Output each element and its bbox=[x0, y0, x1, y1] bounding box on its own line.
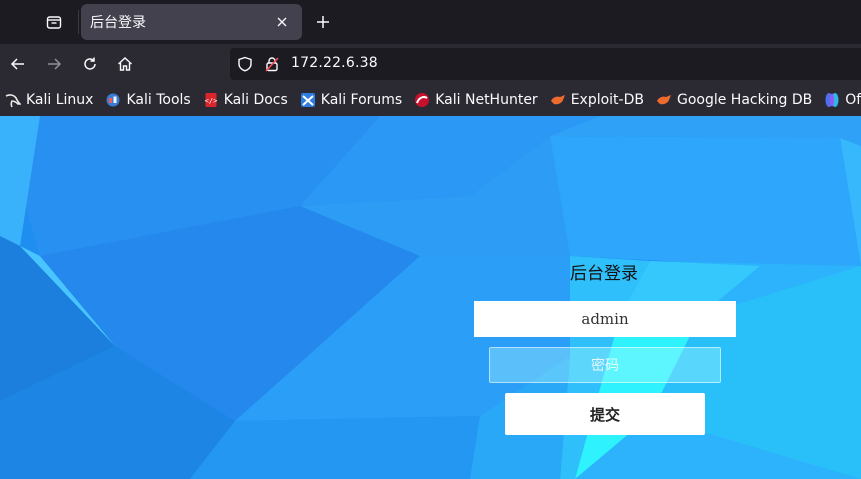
active-tab[interactable]: 后台登录 bbox=[81, 4, 302, 40]
kali-tools-icon bbox=[105, 92, 121, 108]
bookmark-kali-nethunter[interactable]: Kali NetHunter bbox=[414, 88, 542, 112]
new-tab-plus-icon[interactable] bbox=[311, 10, 335, 34]
kali-docs-icon: </> bbox=[203, 92, 219, 108]
back-arrow-icon[interactable] bbox=[4, 50, 32, 78]
password-input[interactable] bbox=[489, 347, 721, 383]
kali-dragon-icon bbox=[5, 92, 21, 108]
bookmarks-toolbar: Kali Linux Kali Tools </> Kali Docs Kali… bbox=[0, 84, 861, 116]
close-tab-icon[interactable] bbox=[272, 12, 292, 32]
firefox-view-icon[interactable] bbox=[40, 8, 68, 36]
bookmark-label: Kali NetHunter bbox=[435, 92, 538, 108]
bookmark-kali-docs[interactable]: </> Kali Docs bbox=[203, 88, 293, 112]
home-icon[interactable] bbox=[111, 50, 139, 78]
bookmark-label: OffSec bbox=[845, 92, 861, 108]
navigation-bar: 172.22.6.38 bbox=[0, 44, 861, 84]
nethunter-icon bbox=[414, 92, 430, 108]
lowpoly-background bbox=[0, 116, 861, 479]
bookmark-label: Google Hacking DB bbox=[676, 92, 813, 108]
forward-arrow-icon[interactable] bbox=[40, 50, 68, 78]
username-input[interactable] bbox=[474, 301, 736, 337]
bookmark-exploit-db[interactable]: Exploit-DB bbox=[550, 88, 649, 112]
exploit-db-icon bbox=[550, 92, 566, 108]
url-text: 172.22.6.38 bbox=[291, 55, 378, 71]
tracking-protection-shield-icon[interactable] bbox=[236, 55, 254, 73]
bookmark-label: Kali Docs bbox=[223, 92, 288, 108]
tab-title: 后台登录 bbox=[90, 15, 146, 31]
login-title: 后台登录 bbox=[570, 264, 638, 284]
tab-strip: 后台登录 bbox=[0, 0, 861, 44]
bookmark-label: Kali Tools bbox=[126, 92, 191, 108]
page-viewport: 后台登录 提交 bbox=[0, 116, 861, 479]
address-bar[interactable]: 172.22.6.38 bbox=[230, 48, 861, 80]
bookmark-google-hacking-db[interactable]: Google Hacking DB bbox=[656, 88, 817, 112]
reload-icon[interactable] bbox=[76, 50, 104, 78]
bookmark-offsec[interactable]: OffSec bbox=[824, 88, 861, 112]
bookmark-label: Kali Linux bbox=[26, 92, 94, 108]
bookmark-label: Kali Forums bbox=[320, 92, 403, 108]
bookmark-label: Exploit-DB bbox=[570, 92, 644, 108]
bookmark-kali-linux[interactable]: Kali Linux bbox=[5, 88, 98, 112]
bookmark-kali-tools[interactable]: Kali Tools bbox=[105, 88, 195, 112]
svg-text:</>: </> bbox=[204, 97, 217, 105]
bookmark-kali-forums[interactable]: Kali Forums bbox=[300, 88, 407, 112]
insecure-lock-icon[interactable] bbox=[263, 55, 281, 73]
submit-button[interactable]: 提交 bbox=[505, 393, 705, 435]
offsec-icon bbox=[824, 92, 840, 108]
ghdb-icon bbox=[656, 92, 672, 108]
kali-forums-icon bbox=[300, 92, 316, 108]
tab-divider bbox=[78, 10, 79, 34]
